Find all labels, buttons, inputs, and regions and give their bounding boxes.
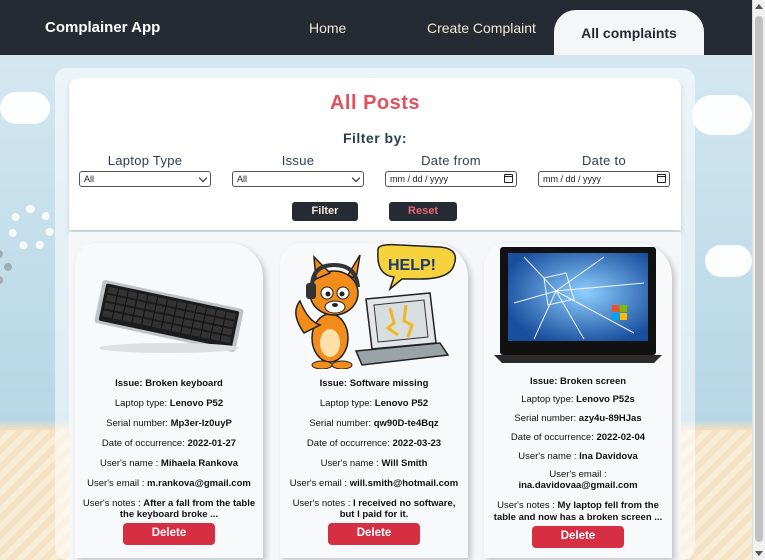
nav-all-complaints-tab[interactable]: All complaints [554,10,704,55]
issue-label: Issue [281,153,315,168]
post-issue: Software missing [349,378,429,389]
post-issue: Broken screen [560,376,627,387]
filter-panel: All Posts Filter by: Laptop Type Issue D… [69,78,681,230]
scroll-down-arrow-icon[interactable] [755,551,763,556]
laptop-type-select[interactable]: All [79,171,211,187]
post-user-name: Mihaela Rankova [160,458,239,469]
date-to-input[interactable]: mm / dd / yyyy [538,171,670,187]
date-to-value: mm / dd / yyyy [543,174,602,184]
date-to-label: Date to [581,153,626,168]
chevron-down-icon [351,173,361,183]
scroll-up-arrow-icon[interactable] [755,4,763,9]
issue-value: All [237,174,248,184]
background-cloud [705,245,752,277]
laptop-type-value: All [84,174,95,184]
delete-button[interactable]: Delete [532,526,624,548]
filter-button[interactable]: Filter [292,202,358,221]
help-fox-cartoon: HELP! [295,243,457,369]
post-serial-number: qw90D-te4Bqz [373,418,439,429]
background-gear-icon [8,205,54,251]
post-date: 2022-01-27 [187,438,237,449]
delete-button[interactable]: Delete [328,523,420,545]
post-card: Issue: Broken keyboard Laptop type: Leno… [75,243,263,558]
post-date: 2022-03-23 [392,438,442,449]
calendar-icon[interactable] [504,174,513,183]
filter-by-heading: Filter by: [342,130,408,146]
vertical-scrollbar[interactable] [752,0,765,560]
post-user-notes: I received no software, but I paid for i… [339,498,456,520]
chevron-down-icon [198,173,208,183]
issue-select[interactable]: All [232,171,364,187]
post-user-name: Ina Davidova [579,451,638,462]
help-text: HELP! [388,257,436,274]
page-title: All Posts [329,92,421,114]
keyboard-photo [94,280,244,353]
post-card: HELP! Issue: Software missing Laptop typ… [280,243,468,558]
laptop-type-label: Laptop Type [107,153,183,168]
post-serial-number: azy4u-89HJas [578,413,642,424]
post-user-email: m.rankova@gmail.com [147,478,251,489]
nav-home-link[interactable]: Home [309,20,346,36]
delete-button[interactable]: Delete [123,523,215,545]
reset-button[interactable]: Reset [389,202,457,221]
date-from-label: Date from [421,153,481,168]
post-serial-number: Mp3er-Iz0uyP [170,418,232,429]
background-cloud [692,95,752,135]
post-laptop-type: Lenovo P52s [576,394,635,405]
brand-logo[interactable]: Complainer App [45,19,160,36]
background-gear-icon [0,250,12,284]
post-issue: Broken keyboard [145,378,223,389]
nav-create-complaint-link[interactable]: Create Complaint [427,20,536,36]
calendar-icon[interactable] [657,174,666,183]
date-from-input[interactable]: mm / dd / yyyy [385,171,517,187]
post-laptop-type: Lenovo P52 [374,398,429,409]
post-laptop-type: Lenovo P52 [169,398,224,409]
post-date: 2022-02-04 [596,432,646,443]
navbar: Complainer App Home Create Complaint All… [0,0,752,55]
post-user-email: ina.davidovaa@gmail.com [518,480,638,491]
post-user-email: will.smith@hotmail.com [349,478,459,489]
date-from-value: mm / dd / yyyy [390,174,449,184]
post-card: Issue: Broken screen Laptop type: Lenovo… [484,243,672,558]
background-cloud [0,92,50,124]
post-user-name: Will Smith [381,458,428,469]
scroll-thumb[interactable] [755,16,763,542]
cracked-laptop-photo [494,247,662,363]
